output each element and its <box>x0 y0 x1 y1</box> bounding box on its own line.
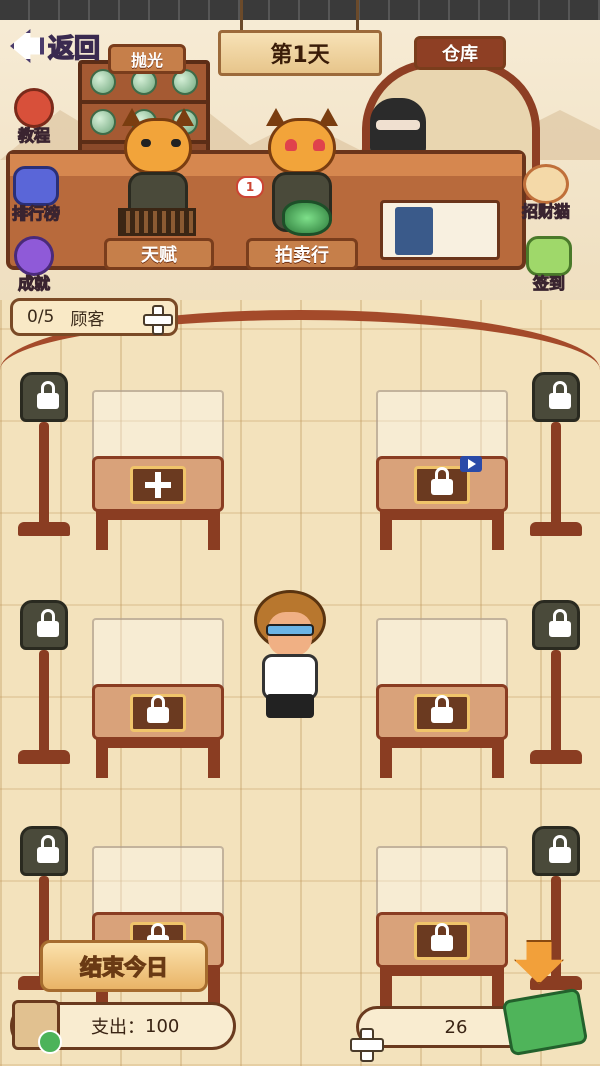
leaderboard-button[interactable]: 排行榜 <box>11 166 61 224</box>
video-ad-icon <box>460 456 482 472</box>
lucky-cat-button[interactable]: 招财猫 <box>521 164 571 222</box>
lucky-cat-label: 招财猫 <box>521 202 571 222</box>
plus-icon <box>145 472 171 498</box>
checkin-label: 签到 <box>532 274 565 294</box>
lock-icon <box>431 695 453 723</box>
check-icon <box>38 1030 62 1054</box>
shopkeeper-character <box>250 590 330 720</box>
auction-button-label: 拍卖行 <box>275 245 329 266</box>
customer-label: 顾客 <box>70 309 105 330</box>
customer-count: 0/5 <box>27 307 55 327</box>
tutorial-label: 教程 <box>17 126 50 146</box>
roof-tiles <box>0 0 600 20</box>
ninja-character <box>370 98 426 158</box>
achievement-label: 成就 <box>17 274 50 294</box>
lamp-post[interactable] <box>18 600 70 780</box>
warehouse-sign[interactable]: 仓库 <box>414 36 506 70</box>
back-button[interactable]: 返回 <box>10 26 120 66</box>
add-customer-button[interactable] <box>143 305 173 335</box>
leaderboard-label: 排行榜 <box>11 204 61 224</box>
jar-icon <box>89 109 116 135</box>
warehouse-sign-label: 仓库 <box>442 44 478 65</box>
lock-icon <box>431 467 453 495</box>
banner-rope <box>356 0 359 32</box>
money-value: 26 <box>444 1016 468 1038</box>
talent-button-label: 天赋 <box>141 245 177 266</box>
talent-button[interactable]: 天赋 <box>104 238 214 270</box>
achievement-button[interactable]: 成就 <box>14 236 54 294</box>
ledger-book[interactable] <box>380 200 500 260</box>
checkin-button[interactable]: 签到 <box>526 236 572 294</box>
polish-sign-label: 抛光 <box>130 51 163 70</box>
lamp-post[interactable] <box>530 372 582 552</box>
display-case-add[interactable] <box>92 390 224 552</box>
lamp-post[interactable] <box>530 600 582 780</box>
expense-value: 100 <box>145 1015 180 1037</box>
end-day-button[interactable]: 结束今日 <box>40 940 208 992</box>
back-label: 返回 <box>47 33 101 65</box>
abacus-icon <box>118 208 196 236</box>
notification-count: 1 <box>245 180 255 194</box>
back-arrow-icon <box>10 29 44 63</box>
lock-icon <box>431 923 453 951</box>
add-money-button[interactable] <box>350 1028 384 1062</box>
lamp-post[interactable] <box>18 372 70 552</box>
display-case-locked[interactable] <box>92 618 224 780</box>
expense-label: 支出： <box>91 1017 145 1038</box>
lock-icon <box>147 695 169 723</box>
jade-stone-icon <box>282 200 332 236</box>
banner-rope <box>240 0 243 32</box>
display-case-locked[interactable] <box>376 846 508 1008</box>
auction-button[interactable]: 拍卖行 <box>246 238 358 270</box>
display-case-locked-video[interactable] <box>376 390 508 552</box>
display-case-locked[interactable] <box>376 618 508 780</box>
end-day-label: 结束今日 <box>79 955 168 981</box>
day-label: 第1天 <box>270 43 330 68</box>
tutorial-button[interactable]: 教程 <box>14 88 54 146</box>
customer-counter: 0/5 顾客 <box>10 298 178 336</box>
day-banner: 第1天 <box>218 30 382 76</box>
notification-badge: 1 <box>236 176 264 198</box>
